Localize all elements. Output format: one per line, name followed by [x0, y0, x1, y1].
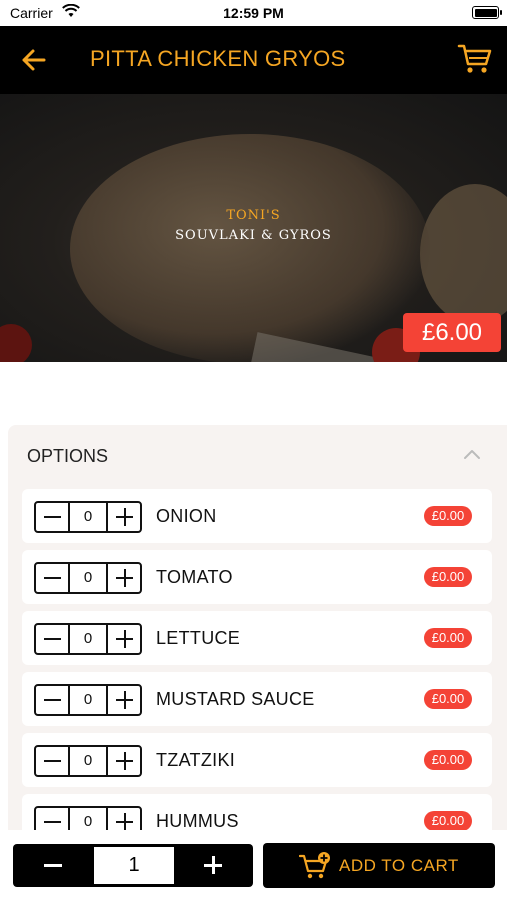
add-to-cart-button[interactable]: ADD TO CART: [263, 843, 495, 888]
option-row: 0 ONION £0.00: [22, 489, 492, 543]
brand-logo: TONI'S: [226, 208, 281, 223]
quantity-stepper: 0: [34, 501, 142, 533]
option-row: 0 TOMATO £0.00: [22, 550, 492, 604]
option-row: 0 LETTUCE £0.00: [22, 611, 492, 665]
option-name: HUMMUS: [156, 811, 239, 831]
increment-button[interactable]: [106, 564, 140, 592]
options-panel: OPTIONS 0 ONION £0.00 0 TOMATO £0.00 0 L…: [8, 425, 507, 835]
option-quantity: 0: [83, 630, 93, 647]
product-price-badge: £6.00: [403, 313, 501, 352]
option-quantity: 0: [83, 691, 93, 708]
page-title: PITTA CHICKEN GRYOS: [90, 46, 346, 71]
quantity-stepper: 0: [34, 623, 142, 655]
product-hero-image: TONI'S SOUVLAKI & GYROS £6.00: [0, 94, 507, 362]
decrement-button[interactable]: [36, 747, 70, 775]
option-price-badge: £0.00: [424, 628, 472, 648]
option-name: ONION: [156, 506, 217, 526]
increment-button[interactable]: [106, 686, 140, 714]
brand-logo-subtitle: SOUVLAKI & GYROS: [175, 228, 332, 243]
option-row: 0 MUSTARD SAUCE £0.00: [22, 672, 492, 726]
status-bar: Carrier 12:59 PM: [0, 0, 507, 26]
decrement-button[interactable]: [36, 564, 70, 592]
option-name: MUSTARD SAUCE: [156, 689, 315, 709]
increment-button[interactable]: [106, 747, 140, 775]
quantity-stepper: 0: [34, 562, 142, 594]
cart-add-icon: [298, 852, 331, 880]
cart-quantity-stepper: 1: [13, 844, 253, 887]
option-quantity: 0: [83, 569, 93, 586]
quantity-stepper: 0: [34, 745, 142, 777]
increment-button[interactable]: [106, 625, 140, 653]
option-price-badge: £0.00: [424, 689, 472, 709]
add-to-cart-label: ADD TO CART: [339, 856, 459, 875]
decrement-button[interactable]: [36, 686, 70, 714]
options-header: OPTIONS: [27, 446, 109, 466]
option-name: TOMATO: [156, 567, 233, 587]
chevron-up-icon[interactable]: [463, 447, 481, 461]
battery-icon: [472, 6, 499, 19]
quantity-value[interactable]: 1: [94, 847, 174, 884]
bottom-action-bar: 1 ADD TO CART: [0, 830, 507, 900]
nav-bar: PITTA CHICKEN GRYOS: [0, 26, 507, 94]
option-quantity: 0: [83, 752, 93, 769]
option-price-badge: £0.00: [424, 811, 472, 831]
status-time: 12:59 PM: [223, 5, 284, 21]
quantity-decrement-button[interactable]: [13, 844, 93, 887]
back-arrow-icon[interactable]: [20, 46, 50, 74]
decrement-button[interactable]: [36, 625, 70, 653]
option-price-badge: £0.00: [424, 567, 472, 587]
option-name: LETTUCE: [156, 628, 241, 648]
cart-icon[interactable]: [457, 42, 493, 76]
option-price-badge: £0.00: [424, 750, 472, 770]
option-price-badge: £0.00: [424, 506, 472, 526]
option-row: 0 TZATZIKI £0.00: [22, 733, 492, 787]
quantity-increment-button[interactable]: [173, 844, 253, 887]
option-name: TZATZIKI: [156, 750, 236, 770]
decrement-button[interactable]: [36, 503, 70, 531]
quantity-stepper: 0: [34, 684, 142, 716]
option-quantity: 0: [83, 508, 93, 525]
option-row: 0 HUMMUS £0.00: [22, 794, 492, 835]
increment-button[interactable]: [106, 503, 140, 531]
